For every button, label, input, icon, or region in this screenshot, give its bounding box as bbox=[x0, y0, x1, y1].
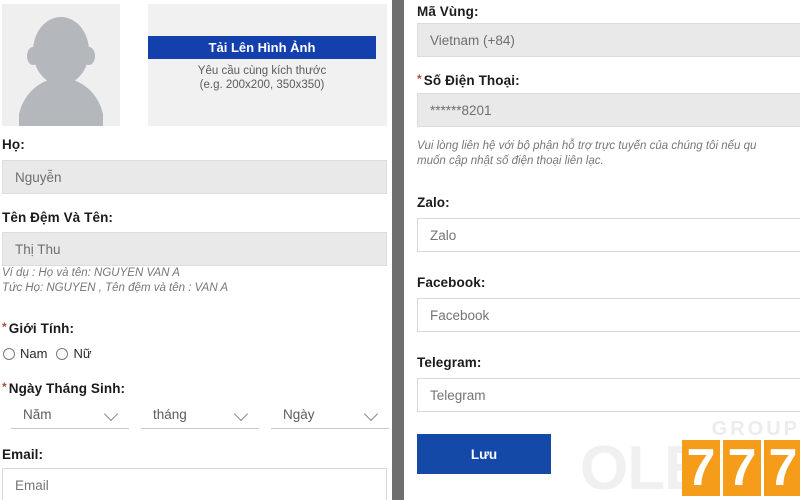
gender-required-marker: * bbox=[2, 320, 7, 334]
panel-divider bbox=[392, 0, 404, 500]
radio-circle-icon[interactable] bbox=[3, 347, 15, 360]
birthday-label-text: Ngày Tháng Sinh: bbox=[8, 381, 126, 396]
field-gender: * Giới Tính: bbox=[2, 320, 74, 336]
watermark-digit: 7 bbox=[682, 440, 720, 496]
birthday-selects: Năm tháng Ngày bbox=[11, 401, 389, 429]
birthday-label: * Ngày Tháng Sinh: bbox=[2, 380, 125, 396]
gender-label-text: Giới Tính: bbox=[8, 321, 75, 336]
right-form-panel: Mã Vùng: Vietnam (+84) * Số Điện Thoại: *… bbox=[404, 0, 800, 500]
given-name-helper: Ví dụ : Họ và tên: NGUYEN VAN A Tức Họ: … bbox=[2, 266, 228, 296]
gender-option-female[interactable]: Nữ bbox=[56, 346, 92, 361]
telegram-label: Telegram: bbox=[417, 355, 482, 370]
field-given-name: Tên Đệm Và Tên: bbox=[2, 210, 387, 225]
phone-note-line-2: muốn cập nhật số điện thoại liên lạc. bbox=[417, 155, 604, 167]
phone-required-marker: * bbox=[417, 72, 422, 86]
gender-option-female-label: Nữ bbox=[73, 346, 92, 361]
email-label: Email: bbox=[2, 447, 44, 462]
field-area-code: Mã Vùng: bbox=[417, 4, 479, 19]
phone-note-line-1: Vui lòng liên hệ với bộ phận hỗ trợ trực… bbox=[417, 140, 757, 152]
avatar bbox=[2, 4, 120, 126]
field-facebook: Facebook: bbox=[417, 275, 485, 290]
field-surname: Họ: bbox=[2, 137, 387, 152]
birthday-year-select[interactable]: Năm bbox=[11, 401, 129, 429]
upload-hint-line-2: (e.g. 200x200, 350x350) bbox=[199, 79, 325, 91]
phone-input[interactable]: ******8201 bbox=[417, 93, 800, 127]
gender-label: * Giới Tính: bbox=[2, 320, 74, 336]
save-button[interactable]: Lưu bbox=[417, 434, 551, 474]
zalo-label: Zalo: bbox=[417, 195, 450, 210]
birthday-month-value: tháng bbox=[153, 407, 187, 422]
helper-line-1: Ví dụ : Họ và tên: NGUYEN VAN A bbox=[2, 267, 180, 279]
field-phone: * Số Điện Thoại: bbox=[417, 72, 520, 88]
upload-hint: Yêu cầu cùng kích thước (e.g. 200x200, 3… bbox=[148, 64, 376, 92]
watermark-group-text: GROUP bbox=[711, 418, 800, 440]
facebook-input[interactable] bbox=[417, 298, 800, 332]
birthday-day-select[interactable]: Ngày bbox=[271, 401, 389, 429]
surname-label: Họ: bbox=[2, 137, 25, 152]
upload-image-button[interactable]: Tải Lên Hình Ảnh bbox=[148, 36, 376, 59]
gender-option-male-label: Nam bbox=[20, 346, 48, 361]
phone-label: * Số Điện Thoại: bbox=[417, 72, 520, 88]
facebook-label: Facebook: bbox=[417, 275, 486, 290]
zalo-input[interactable] bbox=[417, 218, 800, 252]
birthday-month-select[interactable]: tháng bbox=[141, 401, 259, 429]
field-birthday: * Ngày Tháng Sinh: bbox=[2, 380, 125, 396]
birthday-required-marker: * bbox=[2, 380, 7, 394]
field-email: Email: bbox=[2, 447, 43, 462]
radio-circle-icon[interactable] bbox=[56, 347, 69, 360]
birthday-year-value: Năm bbox=[23, 407, 52, 422]
area-code-input[interactable]: Vietnam (+84) bbox=[417, 23, 800, 57]
surname-input[interactable]: Nguyễn bbox=[2, 160, 387, 194]
gender-radio-group: Nam Nữ bbox=[3, 346, 92, 361]
field-zalo: Zalo: bbox=[417, 195, 450, 210]
given-name-label: Tên Đệm Và Tên: bbox=[2, 210, 114, 225]
phone-note: Vui lòng liên hệ với bộ phận hỗ trợ trực… bbox=[417, 139, 800, 169]
chevron-down-icon bbox=[233, 406, 249, 422]
email-input[interactable] bbox=[2, 468, 387, 500]
watermark-digits: 7 7 7 bbox=[682, 440, 800, 496]
gender-option-male[interactable]: Nam bbox=[3, 346, 47, 361]
helper-line-2: Tức Họ: NGUYEN , Tên đệm và tên : VAN A bbox=[2, 282, 229, 294]
user-silhouette-icon bbox=[2, 4, 120, 126]
birthday-day-value: Ngày bbox=[283, 407, 315, 422]
chevron-down-icon bbox=[103, 406, 119, 422]
telegram-input[interactable] bbox=[417, 378, 800, 412]
left-form-panel: Tải Lên Hình Ảnh Yêu cầu cùng kích thước… bbox=[0, 0, 392, 500]
watermark-digit: 7 bbox=[723, 440, 761, 496]
field-telegram: Telegram: bbox=[417, 355, 481, 370]
area-code-label: Mã Vùng: bbox=[417, 4, 479, 19]
given-name-input[interactable]: Thị Thu bbox=[2, 232, 387, 266]
ole777-watermark: GROUP OLE 7 7 7 bbox=[580, 418, 800, 500]
phone-label-text: Số Điện Thoại: bbox=[423, 73, 520, 88]
watermark-digit: 7 bbox=[764, 440, 800, 496]
chevron-down-icon bbox=[363, 406, 379, 422]
watermark-brand-text: OLE bbox=[580, 434, 705, 500]
upload-hint-line-1: Yêu cầu cùng kích thước bbox=[197, 65, 327, 77]
profile-form-screen: Tải Lên Hình Ảnh Yêu cầu cùng kích thước… bbox=[0, 0, 800, 500]
